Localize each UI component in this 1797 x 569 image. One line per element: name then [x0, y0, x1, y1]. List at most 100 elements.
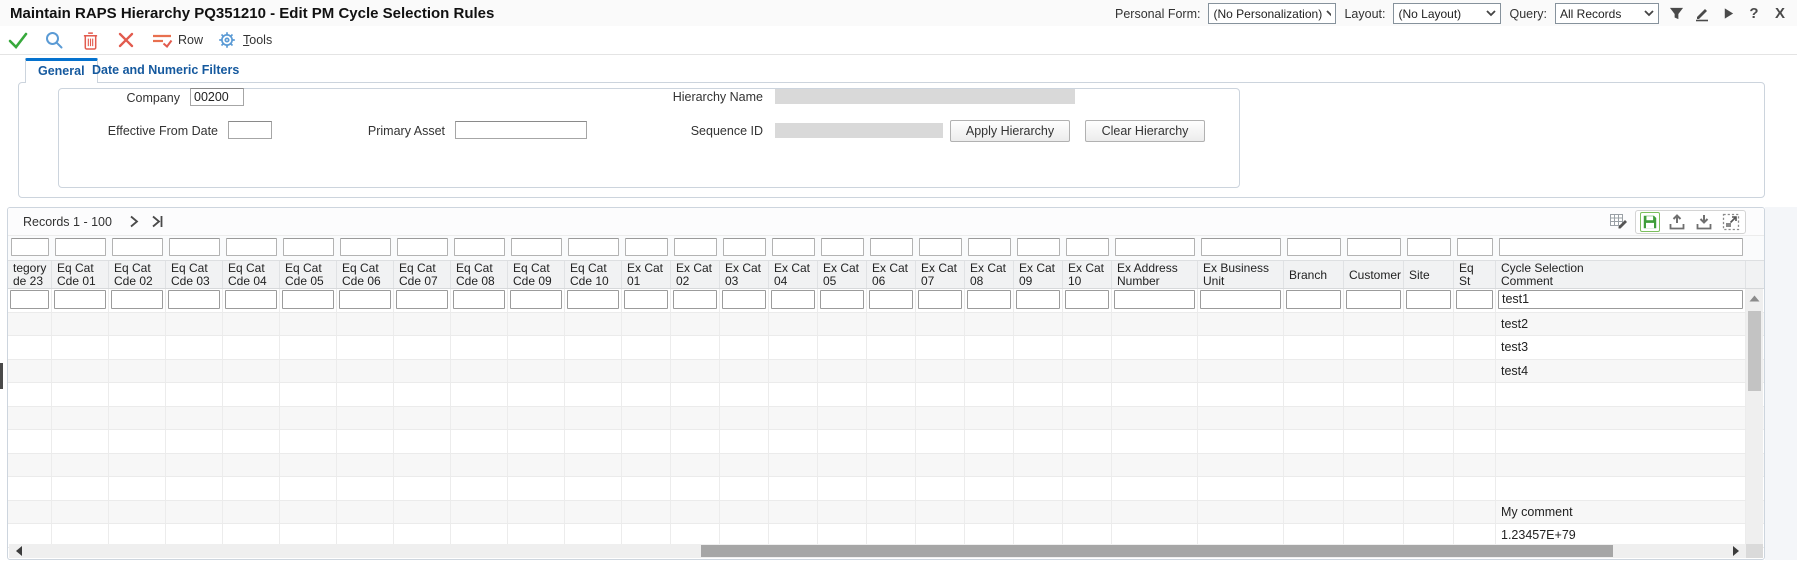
- qbe-filter-input[interactable]: [511, 238, 562, 256]
- grid-cell[interactable]: [394, 336, 451, 359]
- grid-cell-input[interactable]: [396, 290, 448, 309]
- grid-cell[interactable]: [867, 501, 916, 524]
- tools-gear-icon[interactable]: [215, 28, 239, 52]
- grid-cell[interactable]: [769, 336, 818, 359]
- grid-cell[interactable]: [1198, 430, 1284, 453]
- qbe-filter-input[interactable]: [397, 238, 448, 256]
- grid-cell[interactable]: [337, 289, 394, 312]
- grid-cell[interactable]: [508, 477, 565, 500]
- grid-cell[interactable]: [394, 313, 451, 336]
- grid-cell[interactable]: [451, 336, 508, 359]
- grid-cell[interactable]: [671, 289, 720, 312]
- grid-cell[interactable]: [965, 383, 1014, 406]
- grid-cell-input[interactable]: [820, 290, 864, 309]
- column-header[interactable]: Cycle SelectionComment: [1496, 261, 1746, 288]
- grid-cell[interactable]: [916, 383, 965, 406]
- grid-cell[interactable]: [394, 289, 451, 312]
- vertical-scroll-thumb[interactable]: [1748, 311, 1761, 391]
- grid-cell[interactable]: [1344, 289, 1404, 312]
- grid-cell[interactable]: test2: [1496, 313, 1746, 336]
- column-header[interactable]: Ex Cat08: [965, 261, 1014, 288]
- grid-cell[interactable]: [52, 313, 109, 336]
- grid-cell[interactable]: [916, 289, 965, 312]
- grid-cell[interactable]: [769, 430, 818, 453]
- grid-cell[interactable]: [622, 383, 671, 406]
- clear-hierarchy-button[interactable]: Clear Hierarchy: [1085, 120, 1205, 142]
- grid-cell[interactable]: [1198, 501, 1284, 524]
- grid-cell[interactable]: [1063, 477, 1112, 500]
- column-header[interactable]: tegoryde 23: [8, 261, 52, 288]
- grid-cell[interactable]: [109, 454, 166, 477]
- company-input[interactable]: [190, 88, 244, 106]
- grid-cell[interactable]: [508, 501, 565, 524]
- grid-cell[interactable]: [223, 313, 280, 336]
- grid-cell[interactable]: [965, 477, 1014, 500]
- grid-cell[interactable]: [769, 383, 818, 406]
- grid-cell[interactable]: [223, 477, 280, 500]
- next-page-icon[interactable]: [126, 214, 142, 230]
- grid-cell[interactable]: [1344, 454, 1404, 477]
- grid-cell[interactable]: [1014, 454, 1063, 477]
- grid-cell[interactable]: [337, 336, 394, 359]
- grid-cell[interactable]: [1198, 454, 1284, 477]
- column-header[interactable]: Ex AddressNumber: [1112, 261, 1198, 288]
- grid-cell[interactable]: [818, 477, 867, 500]
- qbe-filter-input[interactable]: [340, 238, 391, 256]
- qbe-filter-input[interactable]: [723, 238, 766, 256]
- horizontal-scroll-thumb[interactable]: [701, 545, 1613, 557]
- grid-cell-input[interactable]: [1406, 290, 1451, 309]
- grid-cell-input[interactable]: [1065, 290, 1109, 309]
- grid-cell-input[interactable]: [869, 290, 913, 309]
- grid-cell[interactable]: [1404, 477, 1454, 500]
- grid-cell[interactable]: [52, 454, 109, 477]
- grid-cell[interactable]: [1198, 477, 1284, 500]
- grid-cell[interactable]: [508, 454, 565, 477]
- qbe-filter-input[interactable]: [112, 238, 163, 256]
- grid-cell[interactable]: [1063, 289, 1112, 312]
- column-header[interactable]: Eq CatCde 01: [52, 261, 109, 288]
- grid-cell[interactable]: [52, 430, 109, 453]
- grid-cell[interactable]: [109, 501, 166, 524]
- qbe-filter-input[interactable]: [1066, 238, 1109, 256]
- column-header[interactable]: Ex Cat05: [818, 261, 867, 288]
- grid-cell[interactable]: [166, 501, 223, 524]
- grid-cell[interactable]: [1112, 454, 1198, 477]
- grid-cell[interactable]: [1496, 454, 1746, 477]
- grid-cell[interactable]: [394, 454, 451, 477]
- grid-cell[interactable]: [769, 407, 818, 430]
- grid-cell-input[interactable]: test1: [1498, 290, 1743, 309]
- import-grid-icon[interactable]: [1694, 212, 1714, 232]
- column-header[interactable]: Branch: [1284, 261, 1344, 288]
- grid-cell-input[interactable]: [1016, 290, 1060, 309]
- grid-cell[interactable]: [451, 289, 508, 312]
- column-header[interactable]: Ex Cat06: [867, 261, 916, 288]
- grid-cell[interactable]: [1112, 313, 1198, 336]
- grid-cell[interactable]: [451, 501, 508, 524]
- grid-cell-input[interactable]: [1286, 290, 1341, 309]
- column-header[interactable]: Eq CatCde 05: [280, 261, 337, 288]
- grid-cell[interactable]: [223, 336, 280, 359]
- grid-cell[interactable]: [1496, 407, 1746, 430]
- grid-cell[interactable]: [867, 407, 916, 430]
- grid-cell[interactable]: [280, 501, 337, 524]
- grid-cell[interactable]: [508, 360, 565, 383]
- vertical-scrollbar[interactable]: [1746, 289, 1763, 544]
- grid-cell[interactable]: [769, 313, 818, 336]
- grid-cell-input[interactable]: [918, 290, 962, 309]
- grid-cell[interactable]: [166, 407, 223, 430]
- grid-cell[interactable]: [1454, 383, 1496, 406]
- grid-cell[interactable]: [1198, 336, 1284, 359]
- grid-cell[interactable]: [1112, 501, 1198, 524]
- grid-cell[interactable]: [916, 477, 965, 500]
- qbe-filter-input[interactable]: [674, 238, 717, 256]
- grid-cell[interactable]: [52, 477, 109, 500]
- grid-cell[interactable]: [8, 454, 52, 477]
- grid-cell[interactable]: [394, 501, 451, 524]
- grid-cell[interactable]: [720, 501, 769, 524]
- horizontal-scrollbar[interactable]: [9, 544, 1746, 558]
- column-header[interactable]: Eq CatCde 03: [166, 261, 223, 288]
- grid-cell[interactable]: [1454, 477, 1496, 500]
- grid-cell[interactable]: [52, 289, 109, 312]
- tab-date-and-numeric-filters[interactable]: Date and Numeric Filters: [92, 63, 239, 77]
- grid-cell[interactable]: [1112, 477, 1198, 500]
